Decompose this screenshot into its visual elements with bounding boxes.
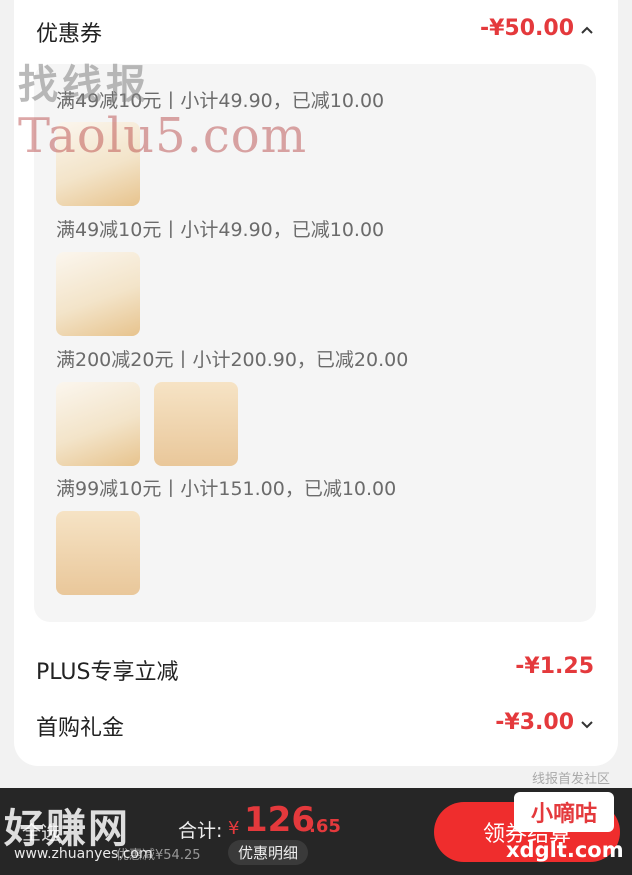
price-decimal: .65	[309, 816, 341, 837]
plus-discount-title: PLUS专享立减	[36, 660, 179, 685]
product-thumbnail[interactable]	[56, 252, 140, 336]
coupon-group-label: 满200减20元丨小计200.90，已减20.00	[56, 349, 409, 371]
product-thumbnail[interactable]	[154, 382, 238, 466]
plus-discount-amount: -¥1.25	[515, 654, 594, 679]
watermark-corner: 线报首发社区	[531, 772, 610, 787]
watermark-url: Taolu5.com	[18, 108, 308, 164]
discount-detail-button[interactable]: 优惠明细	[228, 840, 309, 865]
chevron-down-icon	[580, 710, 594, 735]
watermark-bottom-right: 小嘀咕	[514, 792, 614, 832]
price-integer: 126	[244, 800, 315, 840]
coupon-amount: -¥50.00	[479, 16, 574, 41]
watermark-bottom-right-url: xdglt.com	[506, 838, 624, 862]
coupon-group-label: 满99减10元丨小计151.00，已减10.00	[56, 478, 397, 500]
coupon-group-label: 满49减10元丨小计49.90，已减10.00	[56, 219, 385, 241]
first-buy-title: 首购礼金	[36, 716, 125, 741]
coupon-title: 优惠券	[36, 22, 103, 47]
price-currency: ¥	[228, 818, 240, 839]
cart-discount-page: 优惠券 -¥50.00 满49减10元丨小计49.90，已减10.00 满49减…	[0, 0, 632, 875]
watermark-bottom-left-url: www.zhuanyes.com	[14, 846, 153, 862]
chevron-up-icon	[580, 16, 594, 41]
product-thumbnail[interactable]	[56, 511, 140, 595]
product-thumbnail[interactable]	[56, 382, 140, 466]
first-buy-amount: -¥3.00	[495, 710, 574, 735]
coupon-amount-toggle[interactable]: -¥50.00	[480, 16, 594, 41]
watermark-top: 找线报	[18, 62, 150, 108]
first-buy-amount-toggle[interactable]: -¥3.00	[495, 710, 594, 735]
total-label: 合计:	[178, 820, 223, 842]
